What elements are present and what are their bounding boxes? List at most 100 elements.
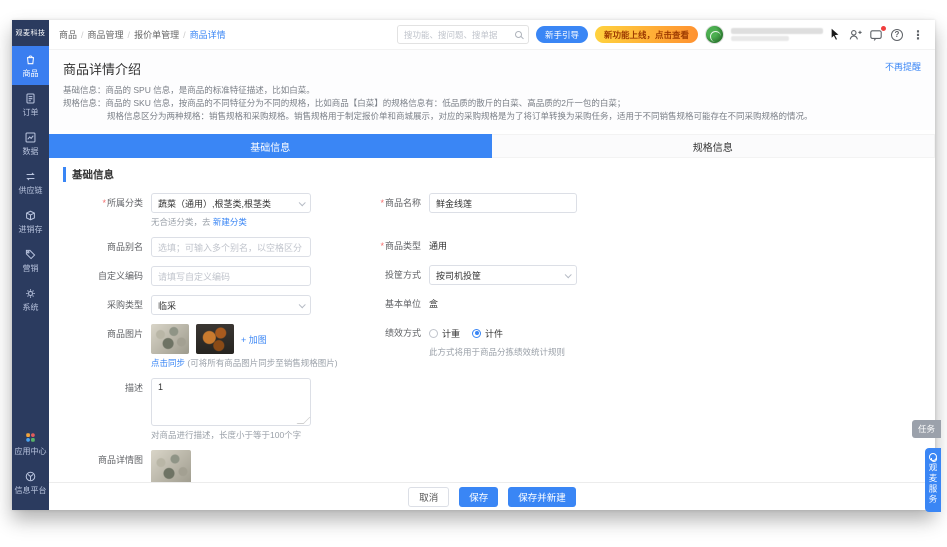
- user-avatar[interactable]: [705, 25, 724, 44]
- username-redacted: [731, 28, 823, 41]
- info-platform-icon: [24, 470, 37, 483]
- topbar: 商品 商品管理 报价单管理 商品详情 搜功能、搜问题、搜单据 新手引导 新功能上…: [49, 20, 935, 50]
- field-purchase-type: 采购类型 临采: [63, 295, 363, 315]
- notification-badge: [880, 25, 887, 32]
- banner-line-2: 规格信息：商品的 SKU 信息，按商品的不同特征分为不同的规格，比如商品【白菜】…: [63, 97, 921, 110]
- radio-circle-selected-icon: [472, 329, 481, 338]
- form-content: 基础信息 所属分类 蔬菜（通用）,根茎类,根茎类 无合适分类，去: [49, 158, 935, 482]
- tab-spec-info[interactable]: 规格信息: [492, 134, 936, 158]
- task-float-tab[interactable]: 任务: [912, 420, 941, 438]
- sidebar-item-supply-chain[interactable]: 供应链: [12, 163, 49, 202]
- search-icon: [515, 31, 522, 38]
- banner-line-3: 规格信息区分为两种规格：销售规格和采购规格。销售规格用于制定报价单和商城展示，对…: [63, 110, 921, 123]
- sidebar-item-goods[interactable]: 商品: [12, 46, 49, 85]
- form-right-column: 商品名称 鲜金线莲 商品类型 通用 投筐方式 按司机投筐: [363, 193, 921, 482]
- description-textarea[interactable]: 1: [151, 378, 311, 426]
- chevron-down-icon: [299, 301, 306, 308]
- sync-images-link[interactable]: 点击同步: [151, 358, 185, 368]
- detail-image-thumbnail[interactable]: [151, 450, 191, 482]
- custom-code-label: 自定义编码: [63, 266, 151, 286]
- basket-mode-select[interactable]: 按司机投筐: [429, 265, 577, 285]
- field-goods-name: 商品名称 鲜金线莲: [363, 193, 921, 213]
- field-base-unit: 基本单位 盒: [363, 294, 921, 314]
- field-performance-mode: 绩效方式 计重 计件: [363, 323, 921, 358]
- line-chart-icon: [24, 131, 37, 144]
- cancel-button[interactable]: 取消: [408, 487, 449, 507]
- radio-by-weight[interactable]: 计重: [429, 327, 460, 340]
- help-icon[interactable]: [890, 28, 904, 42]
- footer-action-bar: 取消 保存 保存并新建: [49, 482, 935, 510]
- gear-icon: [24, 287, 37, 300]
- sidebar-item-info-platform[interactable]: 信息平台: [12, 463, 49, 502]
- create-category-link[interactable]: 新建分类: [213, 217, 247, 227]
- description-label: 描述: [63, 378, 151, 398]
- tab-bar: 基础信息 规格信息: [49, 134, 935, 158]
- field-description: 描述 1 对商品进行描述，长度小于等于100个字: [63, 378, 363, 441]
- breadcrumb-goods-detail: 商品详情: [190, 28, 226, 41]
- sidebar-item-data[interactable]: 数据: [12, 124, 49, 163]
- description-hint: 对商品进行描述，长度小于等于100个字: [151, 430, 311, 441]
- sidebar-item-orders[interactable]: 订单: [12, 85, 49, 124]
- purchase-type-label: 采购类型: [63, 295, 151, 315]
- field-category: 所属分类 蔬菜（通用）,根茎类,根茎类 无合适分类，去 新建分类: [63, 193, 363, 228]
- chevron-down-icon: [565, 271, 572, 278]
- section-title-basic-info: 基础信息: [63, 167, 921, 182]
- tab-basic-info[interactable]: 基础信息: [49, 134, 492, 158]
- detail-image-label: 商品详情图: [63, 450, 151, 470]
- dismiss-banner-link[interactable]: 不再提醒: [885, 60, 921, 73]
- goods-name-input[interactable]: 鲜金线莲: [429, 193, 577, 213]
- cube-icon: [24, 209, 37, 222]
- app-logo: 观麦科技: [12, 20, 49, 46]
- sync-images-hint: 点击同步 (可将所有商品图片同步至销售规格图片): [151, 358, 338, 369]
- page-title: 商品详情介绍: [63, 59, 921, 78]
- chevron-down-icon: [299, 199, 306, 206]
- new-feature-promo-button[interactable]: 新功能上线，点击查看: [595, 26, 698, 43]
- app-grid-icon: [24, 431, 37, 444]
- goods-type-value: 通用: [429, 236, 447, 256]
- category-select[interactable]: 蔬菜（通用）,根茎类,根茎类: [151, 193, 311, 213]
- main-area: 商品 商品管理 报价单管理 商品详情 搜功能、搜问题、搜单据 新手引导 新功能上…: [49, 20, 935, 510]
- field-goods-images: 商品图片 + 加图 点击同步 (可将所有商品图片同步至销售规格图片): [63, 324, 363, 369]
- performance-mode-hint: 此方式将用于商品分拣绩效统计规则: [429, 347, 565, 358]
- save-button[interactable]: 保存: [459, 487, 498, 507]
- form-left-column: 所属分类 蔬菜（通用）,根茎类,根茎类 无合适分类，去 新建分类: [63, 193, 363, 482]
- breadcrumb-goods[interactable]: 商品: [59, 28, 84, 41]
- field-goods-type: 商品类型 通用: [363, 236, 921, 256]
- intro-banner: 商品详情介绍 不再提醒 基础信息：商品的 SPU 信息，是商品的标准特征描述，比…: [49, 50, 935, 130]
- breadcrumb: 商品 商品管理 报价单管理 商品详情: [59, 28, 226, 41]
- newbie-guide-button[interactable]: 新手引导: [536, 26, 588, 43]
- goods-type-label: 商品类型: [363, 236, 429, 256]
- alias-input[interactable]: 选填；可输入多个别名，以空格区分: [151, 237, 311, 257]
- more-menu-icon[interactable]: [911, 28, 925, 42]
- mouse-cursor-icon: [830, 28, 841, 41]
- radio-by-piece[interactable]: 计件: [472, 327, 503, 340]
- exchange-arrows-icon: [24, 170, 37, 183]
- base-unit-label: 基本单位: [363, 294, 429, 314]
- save-and-new-button[interactable]: 保存并新建: [508, 487, 576, 507]
- add-image-link[interactable]: + 加图: [241, 333, 267, 346]
- service-float-tab[interactable]: 观麦服务: [925, 448, 941, 512]
- goods-name-label: 商品名称: [363, 193, 429, 213]
- goods-bag-icon: [24, 53, 37, 66]
- invite-user-icon[interactable]: [848, 28, 862, 42]
- messages-icon[interactable]: [869, 28, 883, 42]
- sidebar-item-inventory[interactable]: 进销存: [12, 202, 49, 241]
- sidebar-item-marketing[interactable]: 营销: [12, 241, 49, 280]
- custom-code-input[interactable]: 请填写自定义编码: [151, 266, 311, 286]
- purchase-type-select[interactable]: 临采: [151, 295, 311, 315]
- sidebar-item-system[interactable]: 系统: [12, 280, 49, 319]
- sidebar: 观麦科技 商品 订单 数据 供应链 进销存 营销 系统: [12, 20, 49, 510]
- global-search-input[interactable]: 搜功能、搜问题、搜单据: [397, 25, 529, 44]
- sidebar-item-app-center[interactable]: 应用中心: [12, 424, 49, 463]
- field-basket-mode: 投筐方式 按司机投筐: [363, 265, 921, 285]
- breadcrumb-goods-management[interactable]: 商品管理: [88, 28, 131, 41]
- breadcrumb-quote-management[interactable]: 报价单管理: [134, 28, 186, 41]
- field-detail-image: 商品详情图 图片推荐尺寸宽度为720，支持jpg/png格式: [63, 450, 363, 482]
- app-window: 观麦科技 商品 订单 数据 供应链 进销存 营销 系统: [12, 20, 935, 510]
- field-alias: 商品别名 选填；可输入多个别名，以空格区分: [63, 237, 363, 257]
- goods-image-thumbnail-1[interactable]: [151, 324, 189, 354]
- base-unit-value: 盒: [429, 294, 438, 314]
- goods-image-thumbnail-2[interactable]: [196, 324, 234, 354]
- category-label: 所属分类: [63, 193, 151, 213]
- headset-icon: [929, 453, 937, 461]
